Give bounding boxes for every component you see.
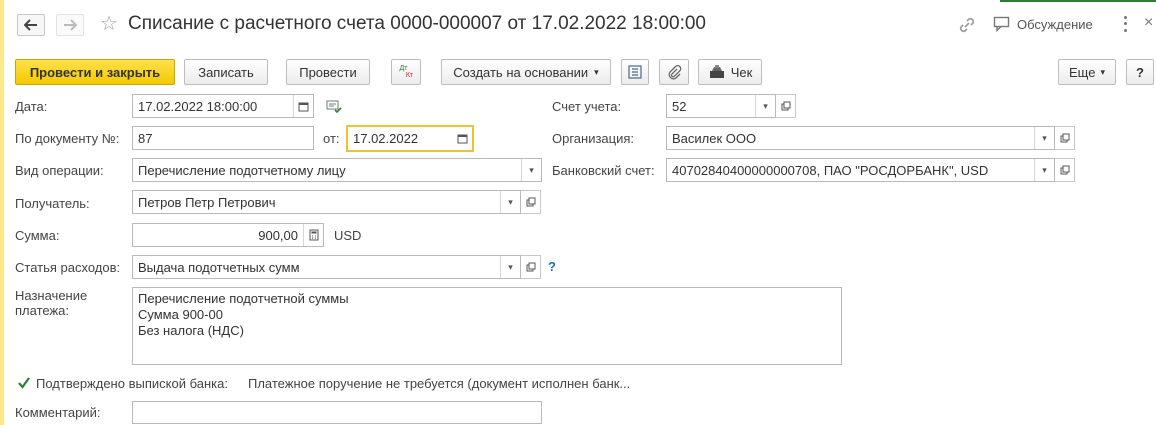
open-bank-account-button[interactable]: [1055, 158, 1075, 182]
bank-confirmed-label: Подтверждено выпиской банка:: [36, 376, 228, 391]
recipient-label: Получатель:: [15, 196, 90, 211]
more-label: Еще: [1069, 64, 1096, 80]
calendar-icon[interactable]: [293, 95, 313, 117]
amount-value: 900,00: [258, 227, 298, 243]
date-field[interactable]: 17.02.2022 18:00:00: [132, 94, 314, 118]
operation-type-value: Перечисление подотчетному лицу: [138, 162, 346, 178]
dropdown-arrow-icon: ▾: [1100, 66, 1105, 77]
expense-item-value: Выдача подотчетных сумм: [138, 259, 300, 275]
kt-label: Кт: [405, 72, 414, 79]
recipient-field[interactable]: Петров Петр Петрович ▾: [132, 190, 521, 214]
dropdown-arrow-icon[interactable]: ▾: [521, 159, 541, 181]
post-and-close-button[interactable]: Провести и закрыть: [15, 59, 175, 85]
close-icon[interactable]: ×: [1144, 14, 1153, 32]
bank-account-label: Банковский счет:: [552, 163, 655, 178]
dropdown-arrow-icon[interactable]: ▾: [755, 95, 775, 117]
payment-purpose-label-line2: платежа:: [15, 303, 69, 318]
arrow-right-icon: [64, 19, 77, 31]
amount-field[interactable]: 900,00: [132, 223, 324, 247]
calculator-icon[interactable]: [303, 224, 323, 246]
chat-icon: [993, 16, 1010, 32]
payment-purpose-label-line1: Назначение: [15, 288, 88, 303]
forward-button[interactable]: [56, 14, 84, 36]
open-expense-item-button[interactable]: [521, 255, 541, 279]
date-label: Дата:: [15, 99, 48, 114]
arrow-left-icon: [24, 19, 37, 31]
amount-label: Сумма:: [15, 228, 60, 243]
structure-button[interactable]: [621, 59, 649, 85]
structure-icon: [628, 65, 642, 79]
open-window-icon: [781, 101, 790, 111]
receipt-button[interactable]: Чек: [698, 59, 762, 85]
more-button[interactable]: Еще ▾: [1058, 59, 1116, 85]
organization-value: Василек ООО: [672, 130, 757, 146]
payment-purpose-line: Без налога (НДС): [138, 323, 244, 338]
receipt-label: Чек: [730, 64, 753, 80]
payment-purpose-line: Перечисление подотчетной суммы: [138, 291, 349, 306]
open-window-icon: [1060, 133, 1069, 143]
post-button[interactable]: Провести: [286, 59, 370, 85]
account-field[interactable]: 52 ▾: [666, 94, 776, 118]
payment-purpose-line: Сумма 900-00: [138, 307, 223, 322]
date-history-icon[interactable]: [326, 100, 342, 117]
open-window-icon: [1060, 165, 1069, 175]
comment-label: Комментарий:: [15, 405, 101, 420]
payment-order-status-text[interactable]: Платежное поручение не требуется (докуме…: [248, 376, 630, 391]
doc-number-field[interactable]: 87: [132, 126, 314, 150]
expense-help-icon[interactable]: ?: [548, 259, 556, 274]
dropdown-arrow-icon[interactable]: ▾: [500, 191, 520, 213]
calendar-icon[interactable]: [452, 127, 472, 150]
doc-number-label: По документу №:: [15, 131, 120, 146]
dropdown-arrow-icon[interactable]: ▾: [1034, 159, 1054, 181]
page-title: Списание с расчетного счета 0000-000007 …: [128, 13, 706, 34]
expense-item-field[interactable]: Выдача подотчетных сумм ▾: [132, 255, 521, 279]
dropdown-arrow-icon[interactable]: ▾: [1034, 127, 1054, 149]
dt-kt-button[interactable]: Дт Кт: [391, 59, 421, 85]
open-window-icon: [526, 262, 535, 272]
account-label: Счет учета:: [552, 99, 622, 114]
save-button[interactable]: Записать: [184, 59, 268, 85]
comment-field[interactable]: [132, 401, 542, 424]
link-icon[interactable]: [958, 16, 976, 37]
operation-type-label: Вид операции:: [15, 163, 104, 178]
expense-item-label: Статья расходов:: [15, 260, 121, 275]
open-recipient-button[interactable]: [521, 190, 541, 214]
bank-account-value: 40702840400000000708, ПАО "РОСДОРБАНК", …: [672, 162, 989, 178]
favorite-star-icon[interactable]: ☆: [100, 12, 122, 36]
payment-purpose-textarea[interactable]: Перечисление подотчетной суммы Сумма 900…: [132, 287, 842, 365]
doc-date-value: 17.02.2022: [353, 131, 419, 146]
dropdown-arrow-icon: ▾: [594, 66, 599, 77]
date-value: 17.02.2022 18:00:00: [138, 98, 258, 114]
dropdown-arrow-icon[interactable]: ▾: [500, 256, 520, 278]
dt-label: Дт: [399, 65, 408, 72]
operation-type-select[interactable]: Перечисление подотчетному лицу ▾: [132, 158, 542, 182]
bank-confirmed-checkbox[interactable]: [17, 376, 31, 393]
left-accent-bar: [0, 0, 4, 425]
bank-account-field[interactable]: 40702840400000000708, ПАО "РОСДОРБАНК", …: [666, 158, 1055, 182]
doc-number-value: 87: [138, 130, 153, 146]
paperclip-icon: [668, 64, 682, 80]
account-value: 52: [672, 98, 687, 114]
help-button[interactable]: ?: [1126, 59, 1154, 85]
discussion-label: Обсуждение: [1017, 16, 1093, 32]
organization-label: Организация:: [552, 131, 635, 146]
currency-label: USD: [334, 228, 362, 243]
doc-date-label: от:: [323, 131, 340, 146]
open-window-icon: [526, 197, 535, 207]
create-based-on-label: Создать на основании: [453, 64, 589, 80]
open-account-button[interactable]: [776, 94, 796, 118]
doc-date-field[interactable]: 17.02.2022: [346, 125, 474, 152]
top-accent-line: [1000, 0, 1156, 2]
checkmark-icon: [18, 377, 30, 389]
discussion-button[interactable]: Обсуждение: [993, 16, 1093, 32]
back-button[interactable]: [17, 14, 45, 36]
open-organization-button[interactable]: [1055, 126, 1075, 150]
create-based-on-button[interactable]: Создать на основании ▾: [441, 59, 611, 85]
attach-button[interactable]: [659, 59, 689, 85]
recipient-value: Петров Петр Петрович: [138, 194, 276, 210]
cash-register-icon: [709, 65, 724, 78]
kebab-menu-icon[interactable]: [1120, 14, 1130, 34]
organization-field[interactable]: Василек ООО ▾: [666, 126, 1055, 150]
